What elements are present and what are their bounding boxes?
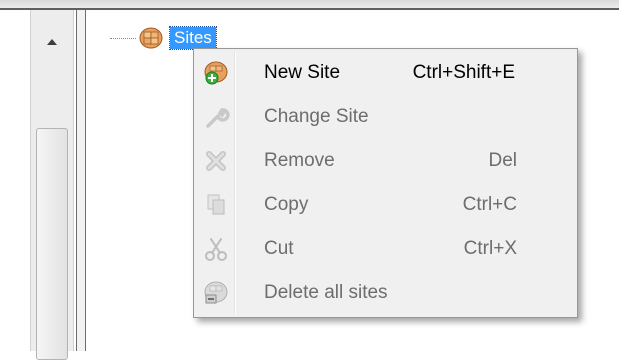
menu-item-label: Copy xyxy=(264,194,309,215)
menu-item-remove[interactable]: Remove Del xyxy=(196,141,575,181)
context-menu: New Site Ctrl+Shift+E Change Site Remove… xyxy=(193,48,578,318)
menu-item-shortcut: Ctrl+X xyxy=(463,238,517,259)
menu-item-shortcut: Ctrl+Shift+E xyxy=(412,62,515,83)
menu-item-label: Delete all sites xyxy=(264,282,388,303)
menu-item-cut[interactable]: Cut Ctrl+X xyxy=(196,229,575,269)
menu-item-label: New Site xyxy=(264,62,341,83)
tree-connector xyxy=(110,37,136,39)
menu-item-label: Remove xyxy=(264,150,335,171)
menu-item-copy[interactable]: Copy Ctrl+C xyxy=(196,185,575,225)
menu-item-change-site[interactable]: Change Site xyxy=(196,97,575,137)
menu-item-label: Change Site xyxy=(264,106,369,127)
menu-item-label: Cut xyxy=(264,238,294,259)
delete-all-sites-icon xyxy=(204,281,228,304)
remove-x-icon xyxy=(206,151,226,171)
menu-item-shortcut: Del xyxy=(488,150,517,171)
menu-item-new-site[interactable]: New Site Ctrl+Shift+E xyxy=(196,53,575,93)
vertical-scrollbar[interactable] xyxy=(30,10,74,360)
new-site-icon xyxy=(204,61,228,85)
app-window: Sites New Site Ctrl+Shift+E Change Site xyxy=(0,8,619,360)
wrench-icon xyxy=(206,108,230,128)
scroll-up-button[interactable] xyxy=(31,28,73,56)
arrow-up-icon xyxy=(47,39,57,45)
menu-item-shortcut: Ctrl+C xyxy=(462,194,517,215)
scissors-icon xyxy=(205,238,227,261)
tree-node-sites[interactable]: Sites xyxy=(110,26,217,50)
scroll-thumb[interactable] xyxy=(36,128,68,360)
menu-item-delete-all-sites[interactable]: Delete all sites xyxy=(196,273,575,313)
tree-node-label[interactable]: Sites xyxy=(169,26,217,50)
pane-divider[interactable] xyxy=(76,10,86,351)
copy-icon xyxy=(207,194,225,215)
sites-icon xyxy=(139,27,163,49)
